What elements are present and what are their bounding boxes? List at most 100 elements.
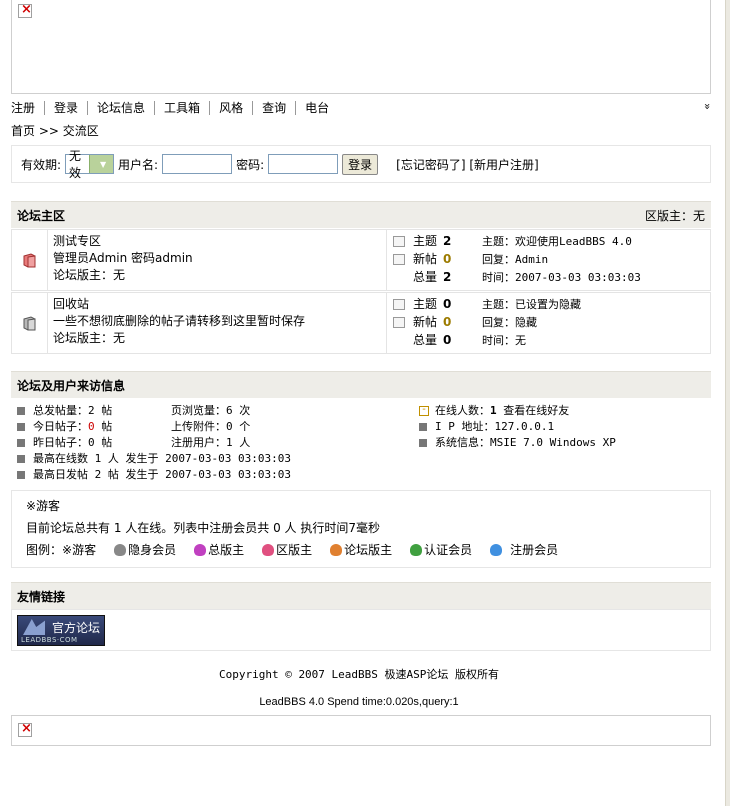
copyright: Copyright © 2007 LeadBBS 极速ASP论坛 版权所有 [218, 668, 500, 681]
topics-list-icon[interactable] [393, 236, 405, 247]
bullet-icon [419, 439, 427, 447]
new-posts-label: 新帖 [413, 252, 438, 266]
broken-image-icon [18, 721, 32, 737]
password-input[interactable] [268, 154, 339, 174]
main-section-title: 论坛主区 [17, 208, 66, 223]
total-label: 总量 [413, 270, 438, 284]
ip-address: I P 地址：127.0.0.1 [435, 420, 555, 433]
nav-style[interactable]: 风格 [209, 101, 252, 115]
recycle-bin-icon [23, 316, 36, 331]
user-legend: 图例： ※游客 隐身会员 总版主 区版主 论坛版主 认证会员 注册会员 [26, 541, 576, 558]
topics-list-icon[interactable] [393, 299, 405, 310]
guest-entry[interactable]: ※游客 [26, 497, 60, 514]
area-moderator: 区版主：无 [644, 208, 705, 223]
legend-guest: ※游客 [62, 543, 97, 557]
forum-row: 测试专区 管理员Admin 密码admin 论坛版主：无 主题 2 新帖 0 总量 2… [11, 229, 711, 291]
forum-row: 回收站 一些不想彻底删除的帖子请转移到这里暂时保存 论坛版主：无 主题 0 新帖 0… [11, 292, 711, 354]
bullet-icon [17, 423, 25, 431]
max-online: 最高在线数 1 人 发生于 2007-03-03 03:03:03 [33, 452, 291, 465]
forum-book-icon [23, 253, 36, 268]
new-posts-label: 新帖 [413, 315, 438, 329]
registered-member-icon [490, 543, 503, 556]
nav-login[interactable]: 登录 [44, 101, 87, 115]
new-user-register-link[interactable]: [新用户注册] [469, 158, 538, 172]
uploads: 上传附件：0 个 [171, 420, 251, 433]
topics-count: 2 [443, 234, 452, 248]
breadcrumb-current[interactable]: 交流区 [63, 124, 99, 138]
bullet-icon [17, 455, 25, 463]
validity-label: 有效期: [21, 157, 62, 172]
nav-toolbox[interactable]: 工具箱 [154, 101, 209, 115]
bullet-icon [17, 439, 25, 447]
last-reply: 回复：隐藏 [482, 316, 537, 329]
registered-users: 注册用户：1 人 [171, 436, 251, 449]
view-online-friends-link[interactable]: 查看在线好友 [503, 404, 569, 417]
legend-super-moderator: 总版主 [208, 543, 245, 557]
forum-description: 一些不想彻底删除的帖子请转移到这里暂时保存 [53, 314, 306, 328]
online-toggle-icon[interactable]: - [419, 405, 429, 416]
login-bar: 有效期: 无效 ▼ 用户名: 密码: 登录 [忘记密码了] [新用户注册] [11, 145, 711, 183]
chevron-down-icon[interactable]: ▼ [89, 155, 114, 173]
today-posts-unit: 帖 [94, 420, 113, 433]
legend-verified-member: 认证会员 [424, 543, 473, 557]
today-posts-label: 今日帖子： [33, 420, 88, 433]
last-reply[interactable]: 回复：Admin [482, 251, 641, 269]
topics-count: 0 [443, 297, 452, 311]
today-posts-value: 0 [88, 420, 95, 433]
nav-radio[interactable]: 电台 [295, 101, 338, 115]
leadbbs-logo-link[interactable]: 官方论坛 LEADBBS·COM [17, 615, 105, 646]
visit-section-title: 论坛及用户来访信息 [17, 378, 126, 393]
system-info: 系统信息：MSIE 7.0 Windows XP [435, 436, 616, 449]
links-section-header: 友情链接 [11, 582, 711, 609]
forum-name[interactable]: 测试专区 [53, 233, 193, 250]
total-count: 2 [443, 270, 452, 284]
last-time: 时间：2007-03-03 03:03:03 [482, 271, 641, 284]
nav-register[interactable]: 注册 [11, 101, 44, 115]
bullet-icon [17, 471, 25, 479]
visit-section-header: 论坛及用户来访信息 [11, 371, 711, 398]
login-button[interactable]: 登录 [342, 153, 379, 175]
bottom-banner-ad [11, 715, 711, 746]
forum-name[interactable]: 回收站 [53, 296, 305, 313]
last-topic[interactable]: 主题：欢迎使用LeadBBS 4.0 [482, 233, 641, 251]
bullet-icon [17, 407, 25, 415]
logo-graphic-icon [23, 619, 45, 635]
breadcrumb: 首页 >> 交流区 [11, 122, 99, 139]
forgot-password-link[interactable]: [忘记密码了] [396, 158, 465, 172]
last-topic[interactable]: 主题：已设置为隐藏 [482, 296, 581, 314]
bullet-icon [419, 423, 427, 431]
breadcrumb-home[interactable]: 首页 [11, 124, 35, 138]
spend-time: LeadBBS 4.0 Spend time:0.020s,query:1 [259, 696, 459, 708]
nav-search[interactable]: 查询 [252, 101, 295, 115]
new-posts-count: 0 [443, 252, 452, 266]
stats-chart-icon[interactable] [393, 254, 405, 265]
online-summary: 目前论坛总共有 1 人在线。列表中注册会员共 0 人 执行时间7毫秒 [26, 521, 380, 535]
top-navigation: 注册 登录 论坛信息 工具箱 风格 查询 电台 » [11, 100, 714, 116]
topics-label: 主题 [413, 297, 438, 311]
super-moderator-icon [194, 543, 207, 556]
username-input[interactable] [162, 154, 233, 174]
legend-registered-member: 注册会员 [510, 543, 559, 557]
last-time: 时间：无 [482, 334, 526, 347]
online-users-box: ※游客 目前论坛总共有 1 人在线。列表中注册会员共 0 人 执行时间7毫秒 图… [11, 490, 711, 568]
broken-image-icon [18, 2, 32, 18]
nav-forum-info[interactable]: 论坛信息 [87, 101, 154, 115]
yesterday-posts: 昨日帖子：0 帖 [33, 436, 113, 449]
forum-moderators: 论坛版主：无 [53, 331, 126, 345]
page-views: 页浏览量：6 次 [171, 404, 251, 417]
logo-subtext: LEADBBS·COM [21, 636, 78, 644]
verified-member-icon [410, 543, 423, 556]
forum-moderators: 论坛版主：无 [53, 268, 126, 282]
legend-forum-moderator: 论坛版主 [344, 543, 393, 557]
validity-select[interactable]: 无效 ▼ [65, 149, 115, 180]
total-posts: 总发帖量：2 帖 [33, 404, 113, 417]
hidden-member-icon [114, 543, 127, 556]
window-scrollbar[interactable] [725, 0, 730, 806]
links-section-title: 友情链接 [17, 589, 66, 604]
friend-links-box: 官方论坛 LEADBBS·COM [11, 609, 711, 651]
stats-chart-icon[interactable] [393, 317, 405, 328]
nav-expand-icon[interactable]: » [701, 103, 714, 110]
new-posts-count: 0 [443, 315, 452, 329]
main-section-header: 论坛主区 区版主：无 [11, 201, 711, 228]
max-daily-posts: 最高日发帖 2 帖 发生于 2007-03-03 03:03:03 [33, 468, 291, 481]
